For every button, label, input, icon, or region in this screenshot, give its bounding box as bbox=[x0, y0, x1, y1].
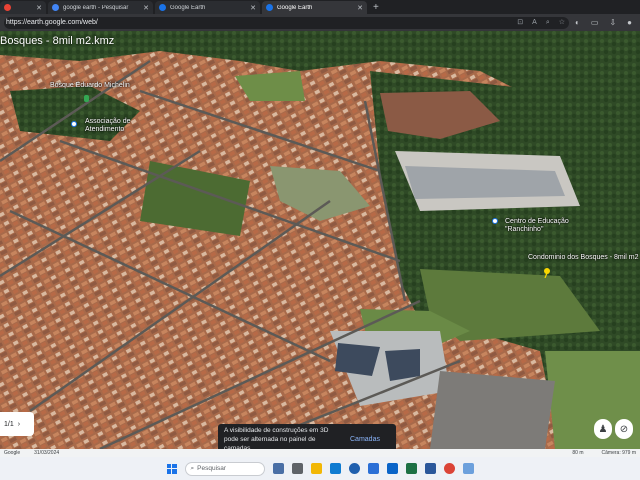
tab-favicon bbox=[4, 4, 11, 11]
extensions-icon[interactable]: ◐ bbox=[575, 18, 580, 27]
place-label-bosque[interactable]: Bosque Eduardo Michelin bbox=[50, 82, 130, 89]
dell-icon[interactable] bbox=[348, 463, 360, 474]
file-explorer-icon[interactable] bbox=[310, 463, 322, 474]
place-label-condominio[interactable]: Condominio dos Bosques - 8mil m2 bbox=[528, 254, 639, 261]
place-label-line: Atendimento bbox=[85, 126, 125, 133]
widgets-icon[interactable] bbox=[272, 463, 284, 474]
map-viewport[interactable] bbox=[0, 31, 640, 449]
address-bar: https://earth.google.com/web/ ⊡ A ⌕ ☆ ◐ … bbox=[0, 14, 640, 31]
toggle-3d-icon[interactable]: ⊘ bbox=[615, 419, 633, 439]
tab-2[interactable]: google earth - Pesquisar ✕ bbox=[48, 1, 153, 14]
tab-1[interactable]: ✕ bbox=[0, 1, 46, 14]
mail-icon[interactable] bbox=[386, 463, 398, 474]
poi-marker-icon[interactable] bbox=[492, 218, 498, 224]
status-right: 80 m Câmera: 979 m bbox=[572, 450, 636, 456]
tab-3[interactable]: Google Earth ✕ bbox=[155, 1, 260, 14]
camera-altitude: Câmera: 979 m bbox=[601, 450, 636, 456]
url-field[interactable]: https://earth.google.com/web/ ⊡ A ⌕ ☆ bbox=[4, 16, 570, 29]
google-favicon-icon bbox=[52, 4, 59, 11]
place-label-line: Centro de Educação bbox=[505, 218, 569, 225]
zoom-icon[interactable]: ⌕ bbox=[546, 17, 550, 29]
windows-taskbar: ⌕ Pesquisar bbox=[0, 457, 640, 480]
bookmark-star-icon[interactable]: ☆ bbox=[559, 17, 565, 29]
search-placeholder: Pesquisar bbox=[197, 465, 227, 472]
chrome-icon[interactable] bbox=[443, 463, 455, 474]
scale-label: 80 m bbox=[572, 450, 584, 456]
new-tab-button[interactable]: + bbox=[373, 1, 379, 14]
earth-favicon-icon bbox=[159, 4, 166, 11]
pager-control[interactable]: 1/1 › bbox=[0, 412, 34, 436]
split-view-icon[interactable]: ▭ bbox=[591, 18, 599, 27]
search-icon: ⌕ bbox=[190, 464, 195, 472]
close-tab-icon[interactable]: ✕ bbox=[36, 4, 42, 12]
edge-icon[interactable] bbox=[329, 463, 341, 474]
place-label-line: Associação de bbox=[85, 118, 131, 125]
tab-title: google earth - Pesquisar bbox=[63, 4, 129, 11]
translate-icon[interactable]: A bbox=[532, 17, 537, 29]
pegman-icon[interactable]: ♟ bbox=[594, 419, 612, 439]
task-view-icon[interactable] bbox=[291, 463, 303, 474]
excel-icon[interactable] bbox=[405, 463, 417, 474]
windows-start-icon[interactable] bbox=[166, 463, 177, 474]
imagery-source: Google bbox=[4, 450, 21, 456]
park-marker-icon[interactable] bbox=[84, 95, 89, 102]
downloads-icon[interactable]: ⇩ bbox=[609, 18, 616, 27]
omnibox-icons: ⊡ A ⌕ ☆ bbox=[517, 17, 565, 29]
word-icon[interactable] bbox=[424, 463, 436, 474]
place-label-line: "Ranchinho" bbox=[505, 226, 544, 233]
close-tab-icon[interactable]: ✕ bbox=[250, 4, 256, 12]
store-icon[interactable] bbox=[367, 463, 379, 474]
poi-marker-icon[interactable] bbox=[71, 121, 77, 127]
url-text: https://earth.google.com/web/ bbox=[6, 18, 98, 26]
pushpin-icon[interactable] bbox=[543, 268, 551, 278]
layers-action-button[interactable]: Camadas bbox=[350, 436, 380, 443]
close-tab-icon[interactable]: ✕ bbox=[357, 4, 363, 12]
tab-title: Google Earth bbox=[170, 4, 206, 11]
profile-icon[interactable]: ● bbox=[627, 18, 632, 27]
close-tab-icon[interactable]: ✕ bbox=[143, 4, 149, 12]
photos-icon[interactable] bbox=[462, 463, 474, 474]
install-app-icon[interactable]: ⊡ bbox=[517, 17, 523, 29]
map-project-title[interactable]: Bosques - 8mil m2.kmz bbox=[0, 35, 114, 47]
tab-4-active[interactable]: Google Earth ✕ bbox=[262, 1, 367, 14]
imagery-date: 31/03/2024 bbox=[34, 450, 60, 456]
place-label-centro[interactable]: Centro de Educação "Ranchinho" bbox=[505, 218, 569, 234]
pager-label: 1/1 bbox=[4, 420, 14, 428]
tab-strip: ✕ google earth - Pesquisar ✕ Google Eart… bbox=[0, 0, 640, 14]
toolbar-icons: ◐ ▭ ⇩ ● bbox=[575, 18, 636, 27]
tab-title: Google Earth bbox=[277, 4, 313, 11]
place-label-associacao[interactable]: Associação de Atendimento bbox=[85, 118, 131, 134]
map-status-bar: Google 31/03/2024 80 m Câmera: 979 m bbox=[0, 449, 640, 457]
earth-favicon-icon bbox=[266, 4, 273, 11]
taskbar-search[interactable]: ⌕ Pesquisar bbox=[184, 461, 265, 476]
satellite-imagery[interactable] bbox=[0, 31, 640, 449]
chevron-right-icon[interactable]: › bbox=[18, 421, 20, 428]
